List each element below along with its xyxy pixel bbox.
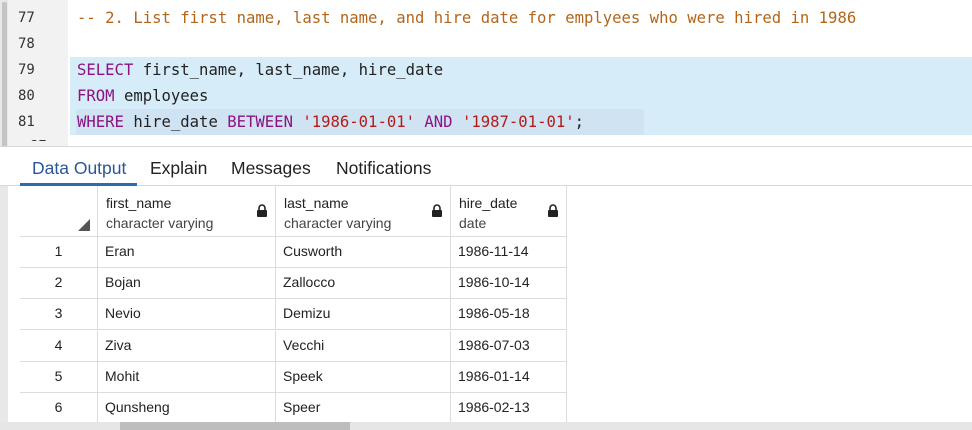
row-number[interactable]: 1 bbox=[20, 237, 98, 268]
sql-text: first_name, last_name, hire_date bbox=[133, 61, 444, 79]
column-header-last-name[interactable]: last_name character varying bbox=[276, 186, 451, 237]
line-number: 79 bbox=[18, 62, 35, 78]
sql-keyword: SELECT bbox=[77, 61, 134, 79]
column-name: last_name bbox=[284, 195, 349, 211]
sql-text: ; bbox=[574, 113, 585, 131]
row-number[interactable]: 2 bbox=[20, 268, 98, 300]
cell-hire-date[interactable]: 1986-10-14 bbox=[451, 268, 567, 300]
row-number[interactable]: 3 bbox=[20, 299, 98, 331]
column-header-hire-date[interactable]: hire_datedate bbox=[451, 186, 567, 237]
sql-keyword: AND bbox=[424, 113, 453, 131]
cell-hire-date[interactable]: 1986-02-13 bbox=[451, 393, 567, 422]
column-type: date bbox=[459, 215, 487, 231]
cell-last-name[interactable]: Speer bbox=[276, 393, 451, 422]
cell-hire-date[interactable]: 1986-11-14 bbox=[451, 237, 567, 268]
table-row[interactable]: 1 Eran Cusworth 1986-11-14 bbox=[20, 237, 567, 268]
left-panel-rail bbox=[0, 146, 8, 430]
grid-empty-area bbox=[567, 237, 972, 422]
row-number-header[interactable] bbox=[20, 186, 98, 237]
cell-first-name[interactable]: Nevio bbox=[98, 299, 276, 331]
sql-keyword: WHERE bbox=[77, 113, 124, 131]
cell-last-name[interactable]: Cusworth bbox=[276, 237, 451, 268]
table-row[interactable]: 3 Nevio Demizu 1986-05-18 bbox=[20, 299, 567, 331]
column-header-first-name[interactable]: first_name character varying bbox=[98, 186, 276, 237]
cell-first-name[interactable]: Eran bbox=[98, 237, 276, 268]
horizontal-scrollbar-thumb[interactable] bbox=[120, 422, 350, 430]
tab-messages[interactable]: Messages bbox=[231, 157, 311, 181]
lock-icon bbox=[431, 204, 443, 218]
cell-hire-date[interactable]: 1986-01-14 bbox=[451, 361, 567, 393]
column-type: character varying bbox=[284, 215, 392, 231]
cell-last-name[interactable]: Speek bbox=[276, 361, 451, 393]
table-row[interactable]: 5 Mohit Speek 1986-01-14 bbox=[20, 361, 567, 393]
tab-explain[interactable]: Explain bbox=[150, 157, 207, 181]
cell-first-name[interactable]: Bojan bbox=[98, 268, 276, 300]
cell-hire-date[interactable]: 1986-07-03 bbox=[451, 330, 567, 362]
table-row[interactable]: 2 Bojan Zallocco 1986-10-14 bbox=[20, 268, 567, 300]
sql-text: employees bbox=[114, 87, 209, 105]
line-number: 81 bbox=[18, 114, 35, 130]
table-row[interactable]: 4 Ziva Vecchi 1986-07-03 bbox=[20, 330, 567, 362]
results-tab-bar: Data Output Explain Messages Notificatio… bbox=[0, 146, 972, 186]
code-line[interactable]: FROM employees bbox=[77, 83, 208, 109]
sql-editor[interactable]: 77 -- 2. List first name, last name, and … bbox=[0, 0, 972, 146]
sql-string: '1986-01-01' bbox=[302, 113, 416, 131]
column-type: character varying bbox=[106, 215, 214, 231]
editor-scrollbar-thumb[interactable] bbox=[2, 2, 7, 146]
line-number: 82 bbox=[30, 140, 47, 145]
cell-last-name[interactable]: Zallocco bbox=[276, 268, 451, 300]
select-all-triangle-icon[interactable] bbox=[78, 219, 90, 231]
lock-icon bbox=[256, 204, 268, 218]
sql-text: hire_date bbox=[123, 113, 228, 131]
line-number: 80 bbox=[18, 88, 35, 104]
cell-last-name[interactable]: Vecchi bbox=[276, 330, 451, 362]
code-line[interactable]: WHERE hire_date BETWEEN '1986-01-01' AND… bbox=[77, 109, 584, 135]
line-number: 77 bbox=[18, 10, 35, 26]
sql-keyword: BETWEEN bbox=[227, 113, 293, 131]
row-number[interactable]: 6 bbox=[20, 393, 98, 422]
cell-first-name[interactable]: Ziva bbox=[98, 330, 276, 362]
code-line[interactable]: SELECT first_name, last_name, hire_date bbox=[77, 57, 443, 83]
tab-data-output[interactable]: Data Output bbox=[32, 157, 126, 181]
editor-vertical-scrollbar[interactable] bbox=[0, 0, 8, 146]
column-name: hire_date bbox=[459, 195, 518, 211]
cell-last-name[interactable]: Demizu bbox=[276, 299, 451, 331]
grid-horizontal-scrollbar[interactable] bbox=[0, 422, 972, 430]
cell-first-name[interactable]: Qunsheng bbox=[98, 393, 276, 422]
sql-keyword: FROM bbox=[77, 87, 115, 105]
row-number[interactable]: 4 bbox=[20, 330, 98, 362]
table-row[interactable]: 6 Qunsheng Speer 1986-02-13 bbox=[20, 393, 567, 422]
line-number: 78 bbox=[18, 36, 35, 52]
sql-string: '1987-01-01' bbox=[461, 113, 575, 131]
row-number[interactable]: 5 bbox=[20, 361, 98, 393]
data-output-grid: first_name character varying last_namechar… bbox=[20, 186, 972, 422]
sql-comment: -- 2. List first name, last name, and hi… bbox=[77, 9, 857, 27]
tab-notifications[interactable]: Notifications bbox=[336, 157, 431, 181]
cell-hire-date[interactable]: 1986-05-18 bbox=[451, 299, 567, 331]
lock-icon bbox=[547, 204, 559, 218]
column-name: first_name bbox=[106, 195, 172, 211]
cell-first-name[interactable]: Mohit bbox=[98, 361, 276, 393]
code-line[interactable]: -- 2. List first name, last name, and hi… bbox=[77, 5, 856, 31]
